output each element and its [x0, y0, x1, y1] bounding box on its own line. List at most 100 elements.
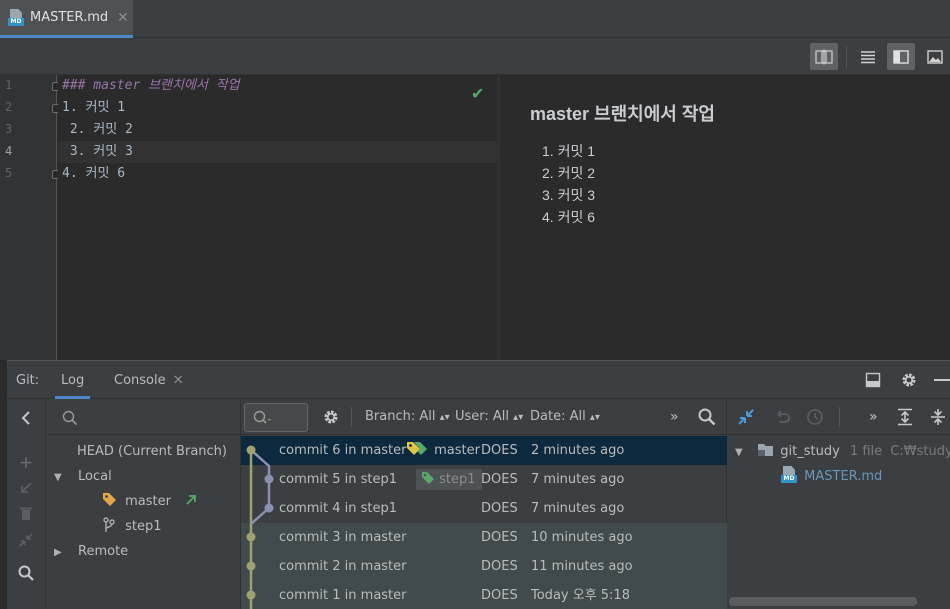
tag-icon [422, 472, 434, 484]
console-close-icon[interactable]: ✕ [173, 373, 184, 388]
expand-all-icon[interactable] [896, 408, 914, 430]
git-tool-header: Git: Log Console ✕ [7, 361, 950, 399]
branch-ref-step1: step1 [416, 469, 482, 490]
sort-arrows-icon: ▴▾ [439, 412, 450, 423]
markdown-file-icon: MD [8, 9, 24, 26]
editor-only-button[interactable] [854, 43, 882, 70]
folder-icon [758, 444, 774, 456]
preview-list-item: 4. 커밋 6 [542, 209, 596, 225]
commit-graph [246, 445, 274, 609]
tab-log[interactable]: Log [55, 361, 91, 399]
line-number: 5 [5, 166, 13, 180]
collapse-all-icon[interactable] [929, 408, 947, 430]
editor-tab-bar: MD MASTER.md ✕ [0, 0, 950, 38]
changed-file-master-md[interactable]: MD MASTER.md [781, 464, 882, 489]
preview-only-button[interactable] [921, 43, 949, 70]
outgoing-arrow-icon [186, 495, 197, 505]
tab-console-label: Console [114, 373, 166, 388]
tags-icon [407, 442, 427, 455]
branches-panel: HEAD (Current Branch) ▼ Local master step… [47, 399, 241, 609]
commit-subject: commit 2 in master [279, 559, 407, 574]
code-line: 3. 커밋 3 [62, 144, 133, 159]
line-number: 1 [5, 78, 13, 92]
commit-date: 7 minutes ago [531, 501, 625, 516]
commit-author: DOES [481, 588, 518, 603]
search-icon[interactable] [15, 562, 37, 584]
commit-date: 11 minutes ago [531, 559, 633, 574]
branch-filter[interactable]: Branch: All ▴▾ [365, 399, 450, 435]
search-dropdown-icon [253, 410, 271, 424]
date-filter[interactable]: Date: All ▴▾ [530, 399, 600, 435]
markdown-source-editor[interactable]: ### master 브랜치에서 작업 1. 커밋 1 2. 커밋 2 3. 커… [58, 75, 497, 360]
revert-icon[interactable] [773, 408, 791, 430]
add-branch-icon[interactable]: + [15, 452, 37, 474]
markdown-file-icon: MD [781, 466, 797, 483]
editor-tab-master-md[interactable]: MD MASTER.md ✕ [0, 0, 133, 38]
minimize-icon[interactable] [934, 379, 950, 381]
collapse-panel-icon[interactable] [15, 407, 37, 429]
compare-icon[interactable] [15, 529, 37, 551]
sort-arrows-icon: ▴▾ [513, 412, 524, 423]
editor-tab-label: MASTER.md [30, 10, 109, 25]
commit-search-field[interactable] [244, 403, 308, 432]
preview-list-item: 1. 커밋 1 [542, 143, 596, 159]
branch-head[interactable]: HEAD (Current Branch) [77, 439, 227, 464]
sync-scroll-button[interactable] [810, 43, 838, 70]
commit-subject: commit 5 in step1 [279, 472, 398, 487]
git-left-action-bar: + [7, 399, 46, 609]
preview-list-item: 2. 커밋 2 [542, 165, 596, 181]
commit-row[interactable]: commit 4 in step1 DOES 7 minutes ago [241, 494, 727, 523]
changed-root-folder[interactable]: ▼ git_study 1 file C:₩study₩ [735, 439, 950, 464]
graph-node [246, 445, 256, 455]
commit-date: Today 오후 5:18 [531, 588, 630, 603]
markdown-editor-toolbar [0, 38, 950, 75]
branch-group-remote[interactable]: ▶ Remote [54, 539, 128, 564]
branch-search-field[interactable] [47, 399, 241, 435]
markdown-preview: master 브랜치에서 작업 1. 커밋 1 2. 커밋 2 3. 커밋 3 … [500, 75, 950, 360]
commit-subject: commit 3 in master [279, 530, 407, 545]
line-number: 4 [5, 144, 13, 158]
settings-gear-icon[interactable] [900, 371, 918, 393]
user-filter[interactable]: User: All ▴▾ [455, 399, 523, 435]
update-icon[interactable] [15, 477, 37, 499]
delete-icon[interactable] [15, 502, 37, 524]
more-actions-icon[interactable]: » [869, 399, 878, 435]
graph-node [246, 532, 256, 542]
tab-console[interactable]: Console ✕ [114, 361, 184, 399]
graph-node [246, 561, 256, 571]
horizontal-scrollbar[interactable] [729, 597, 917, 606]
log-toolbar: Branch: All ▴▾ User: All ▴▾ Date: All ▴▾… [241, 399, 727, 435]
commit-row[interactable]: commit 5 in step1 step1 DOES 7 minutes a… [241, 465, 727, 494]
branch-group-local[interactable]: ▼ Local [54, 464, 112, 489]
branch-item-master[interactable]: master [102, 489, 197, 514]
graph-line-step1 [250, 449, 271, 525]
commit-row[interactable]: commit 6 in master master DOES 2 minutes… [241, 436, 727, 465]
graph-node [246, 590, 256, 600]
commit-author: DOES [481, 559, 518, 574]
files-toolbar: » [727, 399, 950, 435]
tab-close-icon[interactable]: ✕ [117, 10, 129, 26]
more-actions-icon[interactable]: » [670, 399, 679, 435]
code-line: 1. 커밋 1 [62, 100, 126, 115]
no-problems-check-icon[interactable]: ✔ [471, 84, 484, 103]
commit-row[interactable]: commit 1 in master DOES Today 오후 5:18 [241, 581, 727, 609]
graph-node [264, 474, 274, 484]
commit-row[interactable]: commit 2 in master DOES 11 minutes ago [241, 552, 727, 581]
commit-date: 10 minutes ago [531, 530, 633, 545]
changed-files-panel: » ▼ git_study 1 file C:₩study₩ MD MASTER… [727, 399, 950, 609]
commit-date: 2 minutes ago [531, 443, 625, 458]
code-line: ### master 브랜치에서 작업 [62, 78, 240, 93]
editor-and-preview-button[interactable] [887, 43, 915, 70]
log-settings-icon[interactable] [322, 408, 340, 430]
search-icon[interactable] [698, 408, 716, 430]
commit-row[interactable]: commit 3 in master DOES 10 minutes ago [241, 523, 727, 552]
commit-author: DOES [481, 472, 518, 487]
tag-icon [103, 493, 116, 506]
editor-only-icon [861, 50, 875, 63]
layout-icon[interactable] [865, 372, 881, 392]
compare-icon[interactable] [737, 408, 755, 430]
branch-item-step1[interactable]: step1 [102, 514, 162, 539]
chevron-right-icon: ▶ [54, 547, 62, 558]
history-clock-icon[interactable] [806, 408, 824, 430]
commit-author: DOES [481, 443, 518, 458]
